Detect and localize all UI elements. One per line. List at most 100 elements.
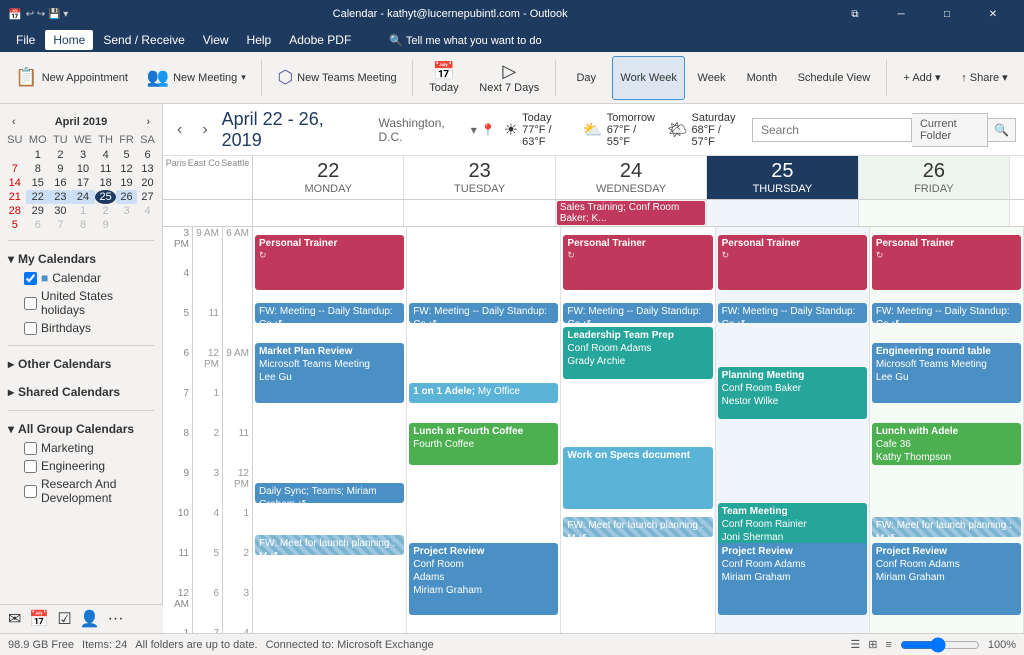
mini-cal-day[interactable]: 9	[95, 218, 116, 232]
eng-roundtable-fri[interactable]: Engineering round table Microsoft Teams …	[872, 343, 1021, 403]
my-calendars-header[interactable]: ▾ My Calendars	[8, 249, 154, 269]
mini-cal-day[interactable]: 10	[71, 162, 95, 176]
calendar-item-calendar[interactable]: ■ Calendar	[8, 269, 154, 287]
week-view-button[interactable]: Week	[689, 56, 734, 100]
day-view-button[interactable]: Day	[564, 56, 608, 100]
mini-cal-day[interactable]: 6	[137, 148, 158, 162]
sales-training-event[interactable]: Sales Training; Conf Room Baker; K...	[557, 201, 705, 225]
mini-cal-day[interactable]: 30	[50, 204, 71, 218]
search-input[interactable]	[752, 118, 912, 142]
fw-meet-launch-fri[interactable]: FW: Meet for launch planning : M ↺	[872, 517, 1021, 537]
menu-view[interactable]: View	[195, 30, 237, 50]
new-teams-meeting-button[interactable]: ⬡ New Teams Meeting	[270, 56, 404, 100]
view-grid-icon[interactable]: ⊞	[868, 638, 877, 651]
next-week-button[interactable]: ›	[196, 117, 213, 143]
mini-cal-day[interactable]: 26	[116, 190, 137, 204]
tasks-icon[interactable]: ☑	[57, 609, 71, 629]
menu-home[interactable]: Home	[45, 30, 93, 50]
new-meeting-button[interactable]: 👥 New Meeting ▾	[139, 56, 253, 100]
calendar-item-ush[interactable]: United States holidays	[8, 287, 154, 319]
mini-cal-day[interactable]	[116, 218, 137, 232]
mini-cal-day[interactable]: 12	[116, 162, 137, 176]
mini-cal-day[interactable]: 21	[4, 190, 26, 204]
new-appointment-button[interactable]: 📋 New Appointment	[8, 56, 135, 100]
project-review-thu[interactable]: Project Review Conf Room Adams Miriam Gr…	[718, 543, 867, 615]
view-list-icon[interactable]: ☰	[850, 638, 860, 651]
mini-cal-day[interactable]: 17	[71, 176, 95, 190]
next7days-button[interactable]: ▷ Next 7 Days	[471, 56, 547, 100]
menu-adobe[interactable]: Adobe PDF	[281, 30, 359, 50]
mini-cal-day[interactable]: 4	[137, 204, 158, 218]
fw-meeting-thu[interactable]: FW: Meeting -- Daily Standup: Co ↺	[718, 303, 867, 323]
schedule-view-button[interactable]: Schedule View	[790, 56, 878, 100]
tell-me[interactable]: 🔍 Tell me what you want to do	[381, 31, 549, 50]
mini-cal-day[interactable]: 20	[137, 176, 158, 190]
fw-meeting-fri[interactable]: FW: Meeting -- Daily Standup: Co ↺	[872, 303, 1021, 323]
mini-cal-day[interactable]: 4	[95, 148, 116, 162]
fw-meet-launch-mon[interactable]: FW: Meet for launch planning : M ↺	[255, 535, 404, 555]
contacts-icon[interactable]: 👤	[80, 609, 100, 629]
month-view-button[interactable]: Month	[738, 56, 786, 100]
mini-cal-day[interactable]: 27	[137, 190, 158, 204]
mini-cal-day[interactable]: 7	[50, 218, 71, 232]
more-icon[interactable]: ···	[108, 610, 124, 628]
mini-cal-today[interactable]: 25	[95, 190, 116, 204]
other-calendars-header[interactable]: ▸ Other Calendars	[8, 354, 154, 374]
personal-trainer-thu[interactable]: Personal Trainer ↻	[718, 235, 867, 290]
minimize-button[interactable]: ─	[878, 0, 924, 28]
menu-help[interactable]: Help	[239, 30, 280, 50]
mini-cal-day[interactable]: 3	[116, 204, 137, 218]
mini-cal-day[interactable]: 1	[71, 204, 95, 218]
mini-cal-day[interactable]: 8	[71, 218, 95, 232]
zoom-slider[interactable]	[900, 637, 980, 653]
mini-cal-day[interactable]: 24	[71, 190, 95, 204]
close-button[interactable]: ✕	[970, 0, 1016, 28]
leadership-prep-wed[interactable]: Leadership Team Prep Conf Room Adams Gra…	[563, 327, 712, 379]
mini-cal-day[interactable]: 8	[26, 162, 50, 176]
mini-cal-day[interactable]: 5	[116, 148, 137, 162]
calendar-item-birthdays[interactable]: Birthdays	[8, 319, 154, 337]
add-button[interactable]: + Add ▾	[895, 56, 949, 100]
all-group-header[interactable]: ▾ All Group Calendars	[8, 419, 154, 439]
personal-trainer-fri[interactable]: Personal Trainer ↻	[872, 235, 1021, 290]
daily-sync-mon[interactable]: Daily Sync; Teams; Miriam Graham ↺	[255, 483, 404, 503]
work-specs-wed[interactable]: Work on Specs document	[563, 447, 712, 509]
research-checkbox[interactable]	[24, 485, 37, 498]
calendar-item-research[interactable]: Research And Development	[8, 475, 154, 507]
mini-cal-day[interactable]: 2	[50, 148, 71, 162]
time-grid-scroll[interactable]: 3 PM 9 AM 6 AM 4 5 11	[163, 227, 1024, 633]
share-button[interactable]: ↑ Share ▾	[953, 56, 1016, 100]
mini-cal-day[interactable]: 18	[95, 176, 116, 190]
calendar-nav-icon[interactable]: 📅	[29, 609, 49, 629]
mail-icon[interactable]: ✉	[8, 609, 21, 629]
lunch-adele-fri[interactable]: Lunch with Adele Cafe 36 Kathy Thompson	[872, 423, 1021, 465]
prev-week-button[interactable]: ‹	[171, 117, 188, 143]
mini-cal-day[interactable]: 16	[50, 176, 71, 190]
fw-meeting-mon[interactable]: FW: Meeting -- Daily Standup: Co ↺	[255, 303, 404, 323]
mini-cal-day[interactable]: 3	[71, 148, 95, 162]
mini-cal-day[interactable]: 23	[50, 190, 71, 204]
workweek-view-button[interactable]: Work Week	[612, 56, 685, 100]
mini-cal-day[interactable]: 19	[116, 176, 137, 190]
planning-meeting-thu[interactable]: Planning Meeting Conf Room Baker Nestor …	[718, 367, 867, 419]
mini-cal-day[interactable]: 1	[26, 148, 50, 162]
mini-cal-day[interactable]: 14	[4, 176, 26, 190]
calendar-item-marketing[interactable]: Marketing	[8, 439, 154, 457]
mini-cal-day[interactable]: 7	[4, 162, 26, 176]
location-dropdown[interactable]: ▾	[471, 123, 477, 137]
personal-trainer-mon[interactable]: Personal Trainer ↻	[255, 235, 404, 290]
mini-cal-day[interactable]: 2	[95, 204, 116, 218]
restore-button[interactable]: ⧉	[832, 0, 878, 28]
mini-cal-day[interactable]: 15	[26, 176, 50, 190]
project-review-tue[interactable]: Project Review Conf Room Adams Miriam Gr…	[409, 543, 558, 615]
engineering-checkbox[interactable]	[24, 460, 37, 473]
mini-cal-prev[interactable]: ‹	[8, 114, 20, 130]
menu-file[interactable]: File	[8, 30, 43, 50]
calendar-item-engineering[interactable]: Engineering	[8, 457, 154, 475]
mini-cal-day[interactable]: 13	[137, 162, 158, 176]
market-plan-mon[interactable]: Market Plan Review Microsoft Teams Meeti…	[255, 343, 404, 403]
one-on-one-adele-tue[interactable]: 1 on 1 Adele; My Office	[409, 383, 558, 403]
search-button[interactable]: 🔍	[988, 118, 1016, 142]
mini-cal-day[interactable]: 6	[26, 218, 50, 232]
mini-cal-day[interactable]	[4, 148, 26, 162]
